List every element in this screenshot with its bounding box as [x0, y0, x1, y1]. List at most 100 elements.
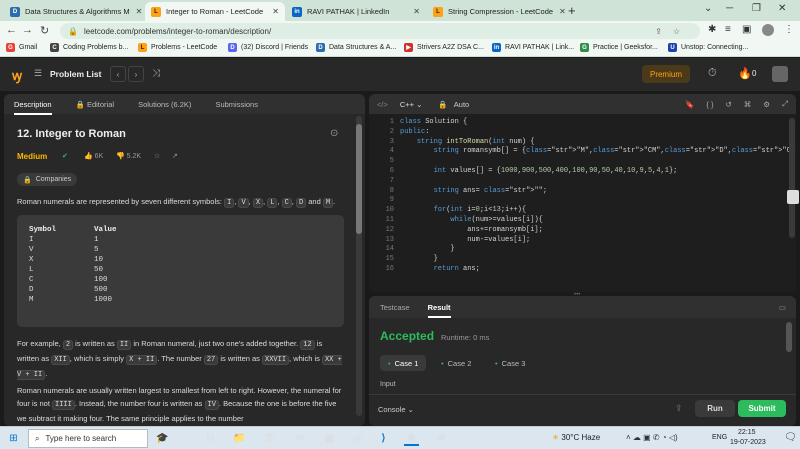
shortcut-icon[interactable]: ⌘ [744, 100, 752, 109]
run-button[interactable]: Run [695, 400, 735, 417]
bookmark-item[interactable]: D Data Structures & A... [316, 43, 396, 52]
dislike-button[interactable]: 👎 5.2K [116, 152, 141, 160]
clock-time[interactable]: 22:15 [738, 429, 756, 436]
tab-editorial[interactable]: 🔒 Editorial [76, 100, 115, 109]
browser-tab[interactable]: in RAVI PATHAK | LinkedIn ✕ [286, 2, 426, 21]
address-bar-row: ← → ↻ 🔒 leetcode.com/problems/integer-to… [0, 21, 800, 41]
windows-start-icon[interactable]: ⊞ [6, 431, 21, 446]
bookmark-item[interactable]: in RAVI PATHAK | Link... [492, 43, 574, 52]
language-select[interactable]: C++ ⌄ [400, 100, 423, 109]
bookmark-item[interactable]: G Gmail [6, 43, 37, 52]
task-view-icon[interactable]: ⧉ [203, 431, 218, 446]
chrome-icon[interactable]: ◉ [404, 431, 419, 446]
close-icon[interactable]: ✕ [130, 7, 143, 16]
tab-testcase[interactable]: Testcase [380, 303, 410, 312]
description-scrollbar[interactable] [356, 116, 362, 416]
side-note-icon[interactable] [787, 190, 799, 204]
upload-icon[interactable]: ⇪ [675, 403, 683, 414]
line-number: 5 [389, 157, 394, 166]
prev-problem-button[interactable]: ‹ [110, 66, 126, 82]
search-placeholder: Type here to search [45, 434, 117, 443]
system-tray-icons[interactable]: ˄ ☁ ▣ ✆ ◔ ◁) [626, 433, 678, 442]
companies-button[interactable]: 🔒 Companies [17, 173, 78, 186]
close-window-icon[interactable]: ✕ [778, 3, 786, 14]
app-icon[interactable]: ▦ [322, 431, 337, 446]
tab-submissions[interactable]: Submissions [215, 100, 258, 109]
clock-date[interactable]: 19-07-2023 [730, 439, 766, 446]
like-button[interactable]: 👍 6K [84, 152, 103, 160]
reading-list-icon[interactable]: ≡ [725, 24, 731, 35]
case-1-button[interactable]: • Case 1 [380, 355, 427, 371]
bookmark-icon[interactable]: 🔖 [685, 100, 694, 109]
next-problem-button[interactable]: › [128, 66, 144, 82]
back-icon[interactable]: ← [6, 24, 17, 36]
language-indicator[interactable]: ENG [712, 434, 727, 441]
browser-tab-active[interactable]: L Integer to Roman - LeetCode ✕ [145, 2, 285, 21]
case-3-button[interactable]: • Case 3 [487, 355, 533, 371]
collapse-icon[interactable]: ▭ [779, 303, 786, 312]
vscode-icon[interactable]: ⟩ [376, 431, 391, 446]
chevron-down-icon[interactable]: ⌄ [704, 3, 712, 14]
reload-icon[interactable]: ↻ [40, 24, 49, 37]
bookmark-item[interactable]: L Problems - LeetCode [138, 43, 217, 52]
reset-icon[interactable]: ↺ [725, 100, 731, 109]
new-tab-icon[interactable]: + [568, 3, 576, 18]
mail-icon[interactable]: ✉ [292, 431, 307, 446]
code-line: class Solution { [400, 118, 468, 126]
autocomplete-mode[interactable]: Auto [454, 100, 469, 109]
bookmark-item[interactable]: ▶ Strivers A2Z DSA C... [404, 43, 484, 52]
tab-solutions[interactable]: Solutions (6.2K) [138, 100, 191, 109]
extensions-icon[interactable]: ✱ [708, 24, 716, 35]
leetcode-logo-icon[interactable]: ꝡ [12, 66, 22, 84]
inline-code: XXVII [262, 355, 290, 365]
avatar[interactable] [762, 24, 774, 36]
taskbar-search-input[interactable]: ⌕ Type here to search [28, 429, 148, 448]
forward-icon[interactable]: → [22, 24, 33, 36]
menu-icon[interactable]: ⋮ [784, 24, 794, 35]
code-content[interactable]: class Solution {public: string intToRoma… [400, 118, 796, 275]
problem-list-link[interactable]: Problem List [50, 69, 101, 79]
star-icon[interactable]: ☆ [673, 27, 680, 36]
submit-button[interactable]: Submit [738, 400, 786, 417]
notification-icon[interactable]: 🗨 [784, 432, 797, 443]
browser-tab[interactable]: L String Compression - LeetCode ✕ [427, 2, 567, 21]
weather-widget[interactable]: ☀ 30°C Haze [552, 433, 600, 442]
maximize-icon[interactable]: ❐ [752, 3, 761, 14]
close-icon[interactable]: ✕ [407, 7, 420, 16]
star-icon[interactable]: ☆ [154, 152, 160, 160]
braces-icon[interactable]: { } [706, 100, 713, 109]
share-icon[interactable]: ⇪ [655, 27, 662, 36]
tab-result[interactable]: Result [427, 303, 451, 318]
store-icon[interactable]: 🛍 [262, 431, 277, 446]
premium-button[interactable]: Premium [642, 65, 690, 83]
bookmark-item[interactable]: C Coding Problems b... [50, 43, 128, 52]
fullscreen-icon[interactable]: ⤢ [782, 99, 788, 109]
avatar[interactable] [772, 66, 788, 82]
share-icon[interactable]: ↗ [172, 152, 178, 160]
minimize-icon[interactable]: ─ [726, 3, 733, 14]
app-icon[interactable]: Ⓦ [350, 431, 365, 446]
shuffle-icon[interactable]: ⤨ [152, 68, 160, 79]
close-icon[interactable]: ✕ [266, 7, 279, 16]
bookmark-item[interactable]: U Unstop: Connecting... [668, 43, 748, 52]
bookmark-item[interactable]: D (32) Discord | Friends [228, 43, 308, 52]
settings-icon[interactable]: ⚙ [763, 100, 770, 109]
result-scrollbar[interactable] [786, 322, 792, 352]
close-icon[interactable]: ✕ [553, 7, 566, 16]
symbol-cell: D [29, 286, 34, 294]
scrollbar-thumb[interactable] [356, 124, 362, 234]
console-toggle[interactable]: Console ⌄ [378, 405, 414, 414]
timer-icon[interactable]: ⏱ [708, 67, 717, 80]
file-explorer-icon[interactable]: 📁 [232, 431, 247, 446]
tab-description[interactable]: Description [14, 100, 52, 115]
info-icon[interactable]: ⊙ [330, 128, 338, 139]
editor-scrollbar[interactable] [789, 118, 795, 238]
bookmark-item[interactable]: G Practice | Geeksfor... [580, 43, 658, 52]
url-input[interactable]: 🔒 leetcode.com/problems/integer-to-roman… [60, 23, 700, 39]
streak-icon[interactable]: 🔥 [738, 67, 752, 80]
app-icon[interactable]: ☸ [434, 431, 449, 446]
cortana-icon[interactable]: 🎓 [155, 431, 170, 446]
browser-tab[interactable]: D Data Structures & Algorithms M ✕ [4, 2, 144, 21]
case-2-button[interactable]: • Case 2 [433, 355, 479, 371]
sidepanel-icon[interactable]: ▣ [742, 24, 751, 35]
